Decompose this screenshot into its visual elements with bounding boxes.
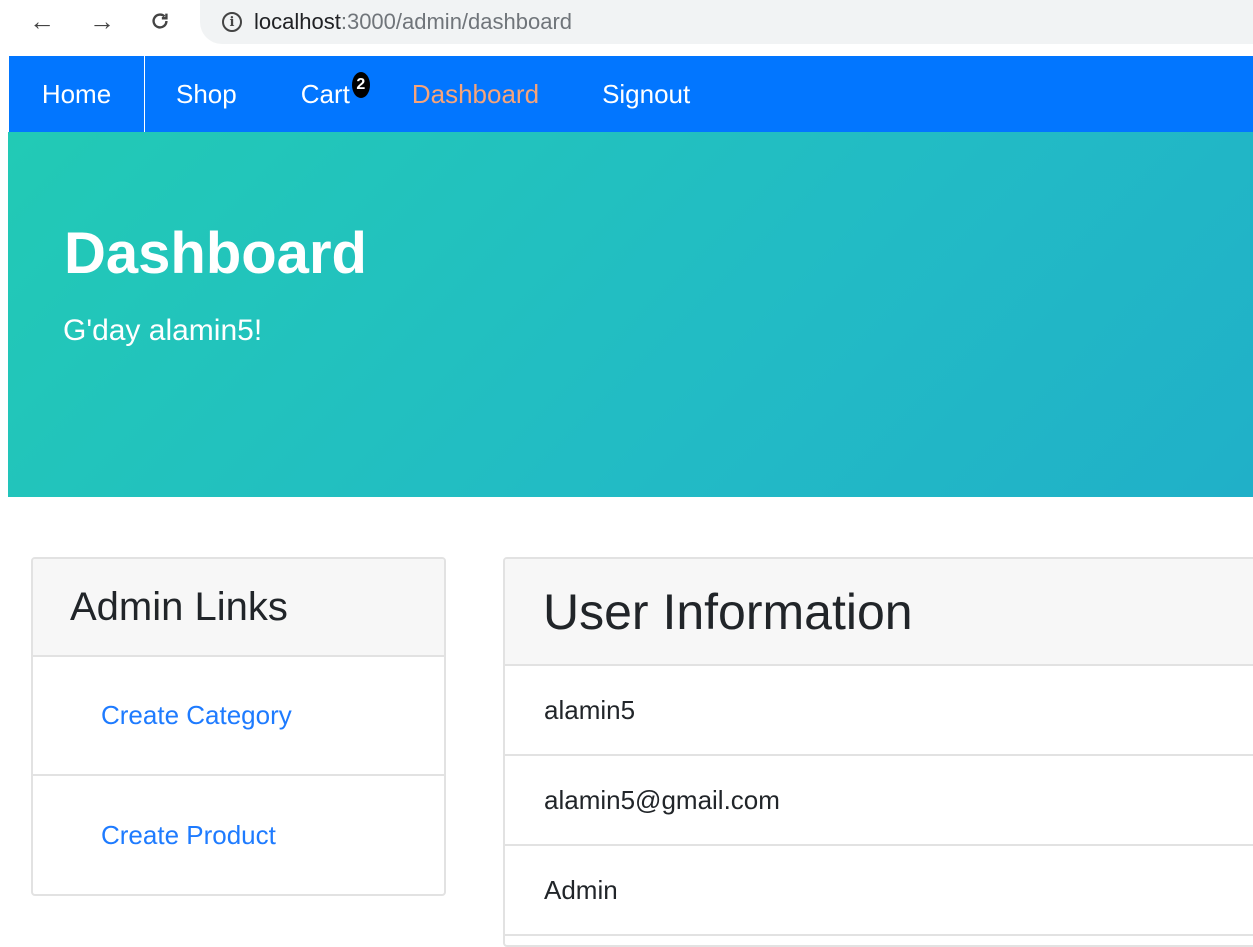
list-item: Create Product <box>33 776 444 894</box>
arrow-left-icon[interactable]: ← <box>27 6 57 36</box>
create-category-link[interactable]: Create Category <box>101 700 292 731</box>
address-bar[interactable]: i localhost:3000/admin/dashboard <box>200 0 1253 44</box>
greeting-text: G'day alamin5! <box>63 314 263 347</box>
user-email-row: alamin5@gmail.com <box>505 756 1253 846</box>
user-information-card: User Information alamin5 alamin5@gmail.c… <box>503 557 1253 947</box>
reload-icon[interactable] <box>145 6 175 36</box>
nav-dashboard-link[interactable]: Dashboard <box>412 56 539 132</box>
nav-cart-label: Cart <box>300 78 350 109</box>
arrow-right-icon[interactable]: → <box>87 6 117 36</box>
url-path: :3000/admin/dashboard <box>340 9 573 34</box>
user-role-row: Admin <box>505 846 1253 936</box>
dashboard-banner: Dashboard G'day alamin5! <box>8 132 1253 497</box>
nav-cart-link[interactable]: Cart 2 <box>300 56 370 132</box>
user-information-header: User Information <box>505 559 1253 666</box>
admin-links-header: Admin Links <box>33 559 444 657</box>
nav-shop-link[interactable]: Shop <box>176 56 237 132</box>
user-name-row: alamin5 <box>505 666 1253 756</box>
admin-links-card: Admin Links Create Category Create Produ… <box>31 557 446 896</box>
nav-home-link[interactable]: Home <box>8 56 145 132</box>
info-icon[interactable]: i <box>222 12 242 32</box>
url-host: localhost <box>254 9 341 34</box>
nav-signout-link[interactable]: Signout <box>602 56 690 132</box>
list-item: Create Category <box>33 657 444 776</box>
main-navbar: Home Shop Cart 2 Dashboard Signout <box>8 56 1253 132</box>
browser-toolbar: ← → i localhost:3000/admin/dashboard <box>0 0 1253 48</box>
page-title: Dashboard <box>64 221 367 286</box>
cart-count-badge: 2 <box>351 72 370 98</box>
create-product-link[interactable]: Create Product <box>101 820 276 851</box>
